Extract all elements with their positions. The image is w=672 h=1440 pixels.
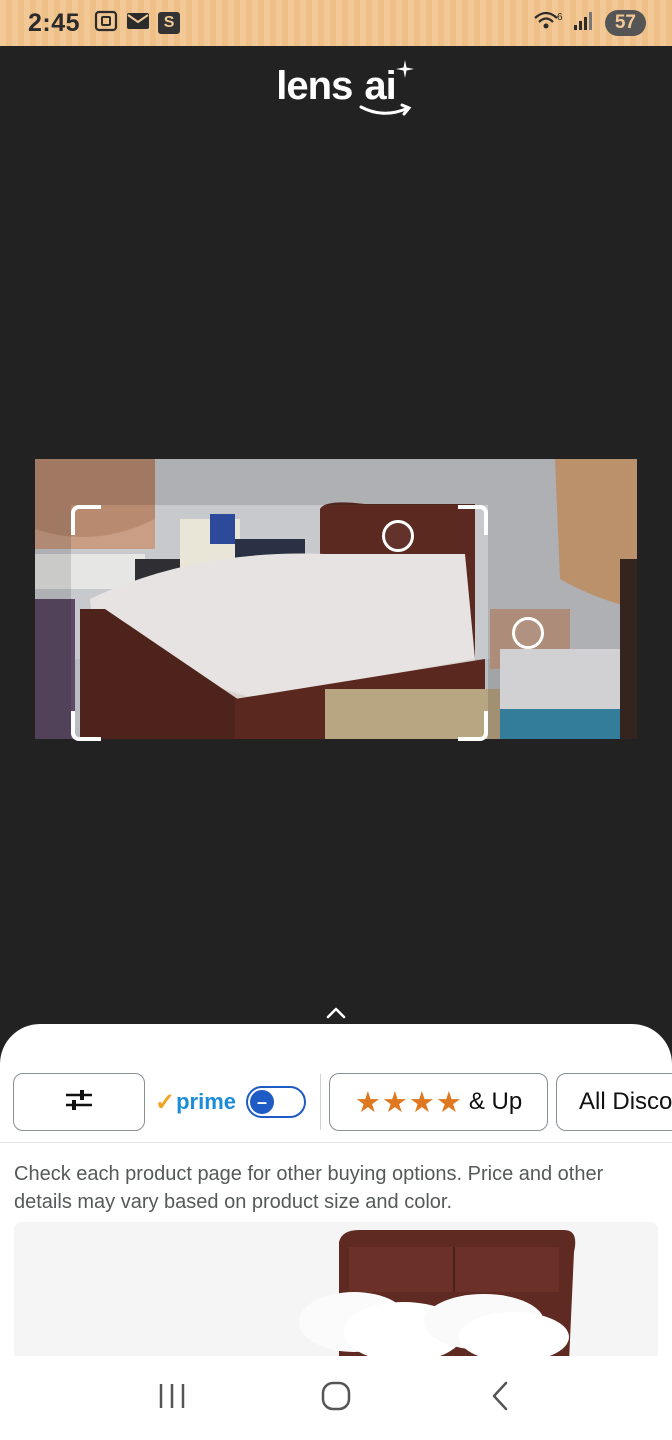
crop-selection-frame[interactable] [71,505,488,741]
object-hotspot-headboard[interactable] [382,520,414,552]
discount-filter-chip[interactable]: All Discounts [556,1073,672,1131]
filter-sliders-icon [64,1088,94,1117]
status-bar: 2:45 S 6 57 [0,0,672,46]
battery-indicator: 57 [604,10,646,36]
signal-icon [573,11,595,36]
rating-filter-chip[interactable]: ★★★★ & Up [329,1073,549,1131]
back-icon [488,1380,512,1417]
product-image [14,1222,658,1356]
four-stars-icon: ★★★★ [354,1086,463,1119]
smile-arrow-icon [359,103,412,116]
sheet-divider [0,1142,672,1143]
prime-filter[interactable]: ✓ prime – [155,1086,307,1118]
filters-button[interactable] [13,1073,145,1131]
screenshot-icon [94,10,118,37]
toggle-knob: – [250,1090,275,1114]
crop-handle-top-right[interactable] [458,505,488,535]
object-hotspot-nightstand[interactable] [512,617,544,649]
lens-ai-logo: lens ai [0,60,672,116]
status-icons-left: S [94,10,181,37]
crop-handle-bottom-right[interactable] [458,711,488,741]
filter-divider [320,1074,322,1130]
android-nav-bar [0,1356,672,1440]
status-time: 2:45 [28,8,81,37]
buying-options-notice: Check each product page for other buying… [14,1163,604,1213]
logo-word-ai: ai [364,64,396,108]
recents-icon [157,1382,187,1415]
prime-check-icon: ✓ [155,1088,176,1116]
back-button[interactable] [470,1378,530,1418]
prime-label: ✓ prime [155,1088,236,1117]
svg-text:6: 6 [557,12,563,23]
prime-text: prime [176,1089,237,1114]
recents-button[interactable] [142,1378,202,1418]
sparkle-icon [395,60,414,78]
chevron-up-icon[interactable] [322,1002,350,1024]
home-icon [320,1380,352,1417]
wifi-icon: 6 [533,10,563,37]
product-result-card[interactable] [14,1222,658,1356]
status-icons-right: 6 57 [533,10,646,37]
crop-handle-top-left[interactable] [71,505,101,535]
prime-toggle[interactable]: – [246,1086,307,1118]
results-bottom-sheet[interactable]: ✓ prime – ★★★★ & Up All Discounts Check … [0,1024,672,1356]
discount-filter-label: All Discounts [579,1088,672,1115]
filter-bar: ✓ prime – ★★★★ & Up All Discounts [13,1072,672,1132]
logo-word-lens: lens [276,64,353,108]
home-button[interactable] [306,1378,366,1418]
s-app-icon: S [158,12,181,34]
mail-icon [126,12,150,35]
crop-handle-bottom-left[interactable] [71,711,101,741]
rating-filter-label: & Up [468,1088,523,1115]
